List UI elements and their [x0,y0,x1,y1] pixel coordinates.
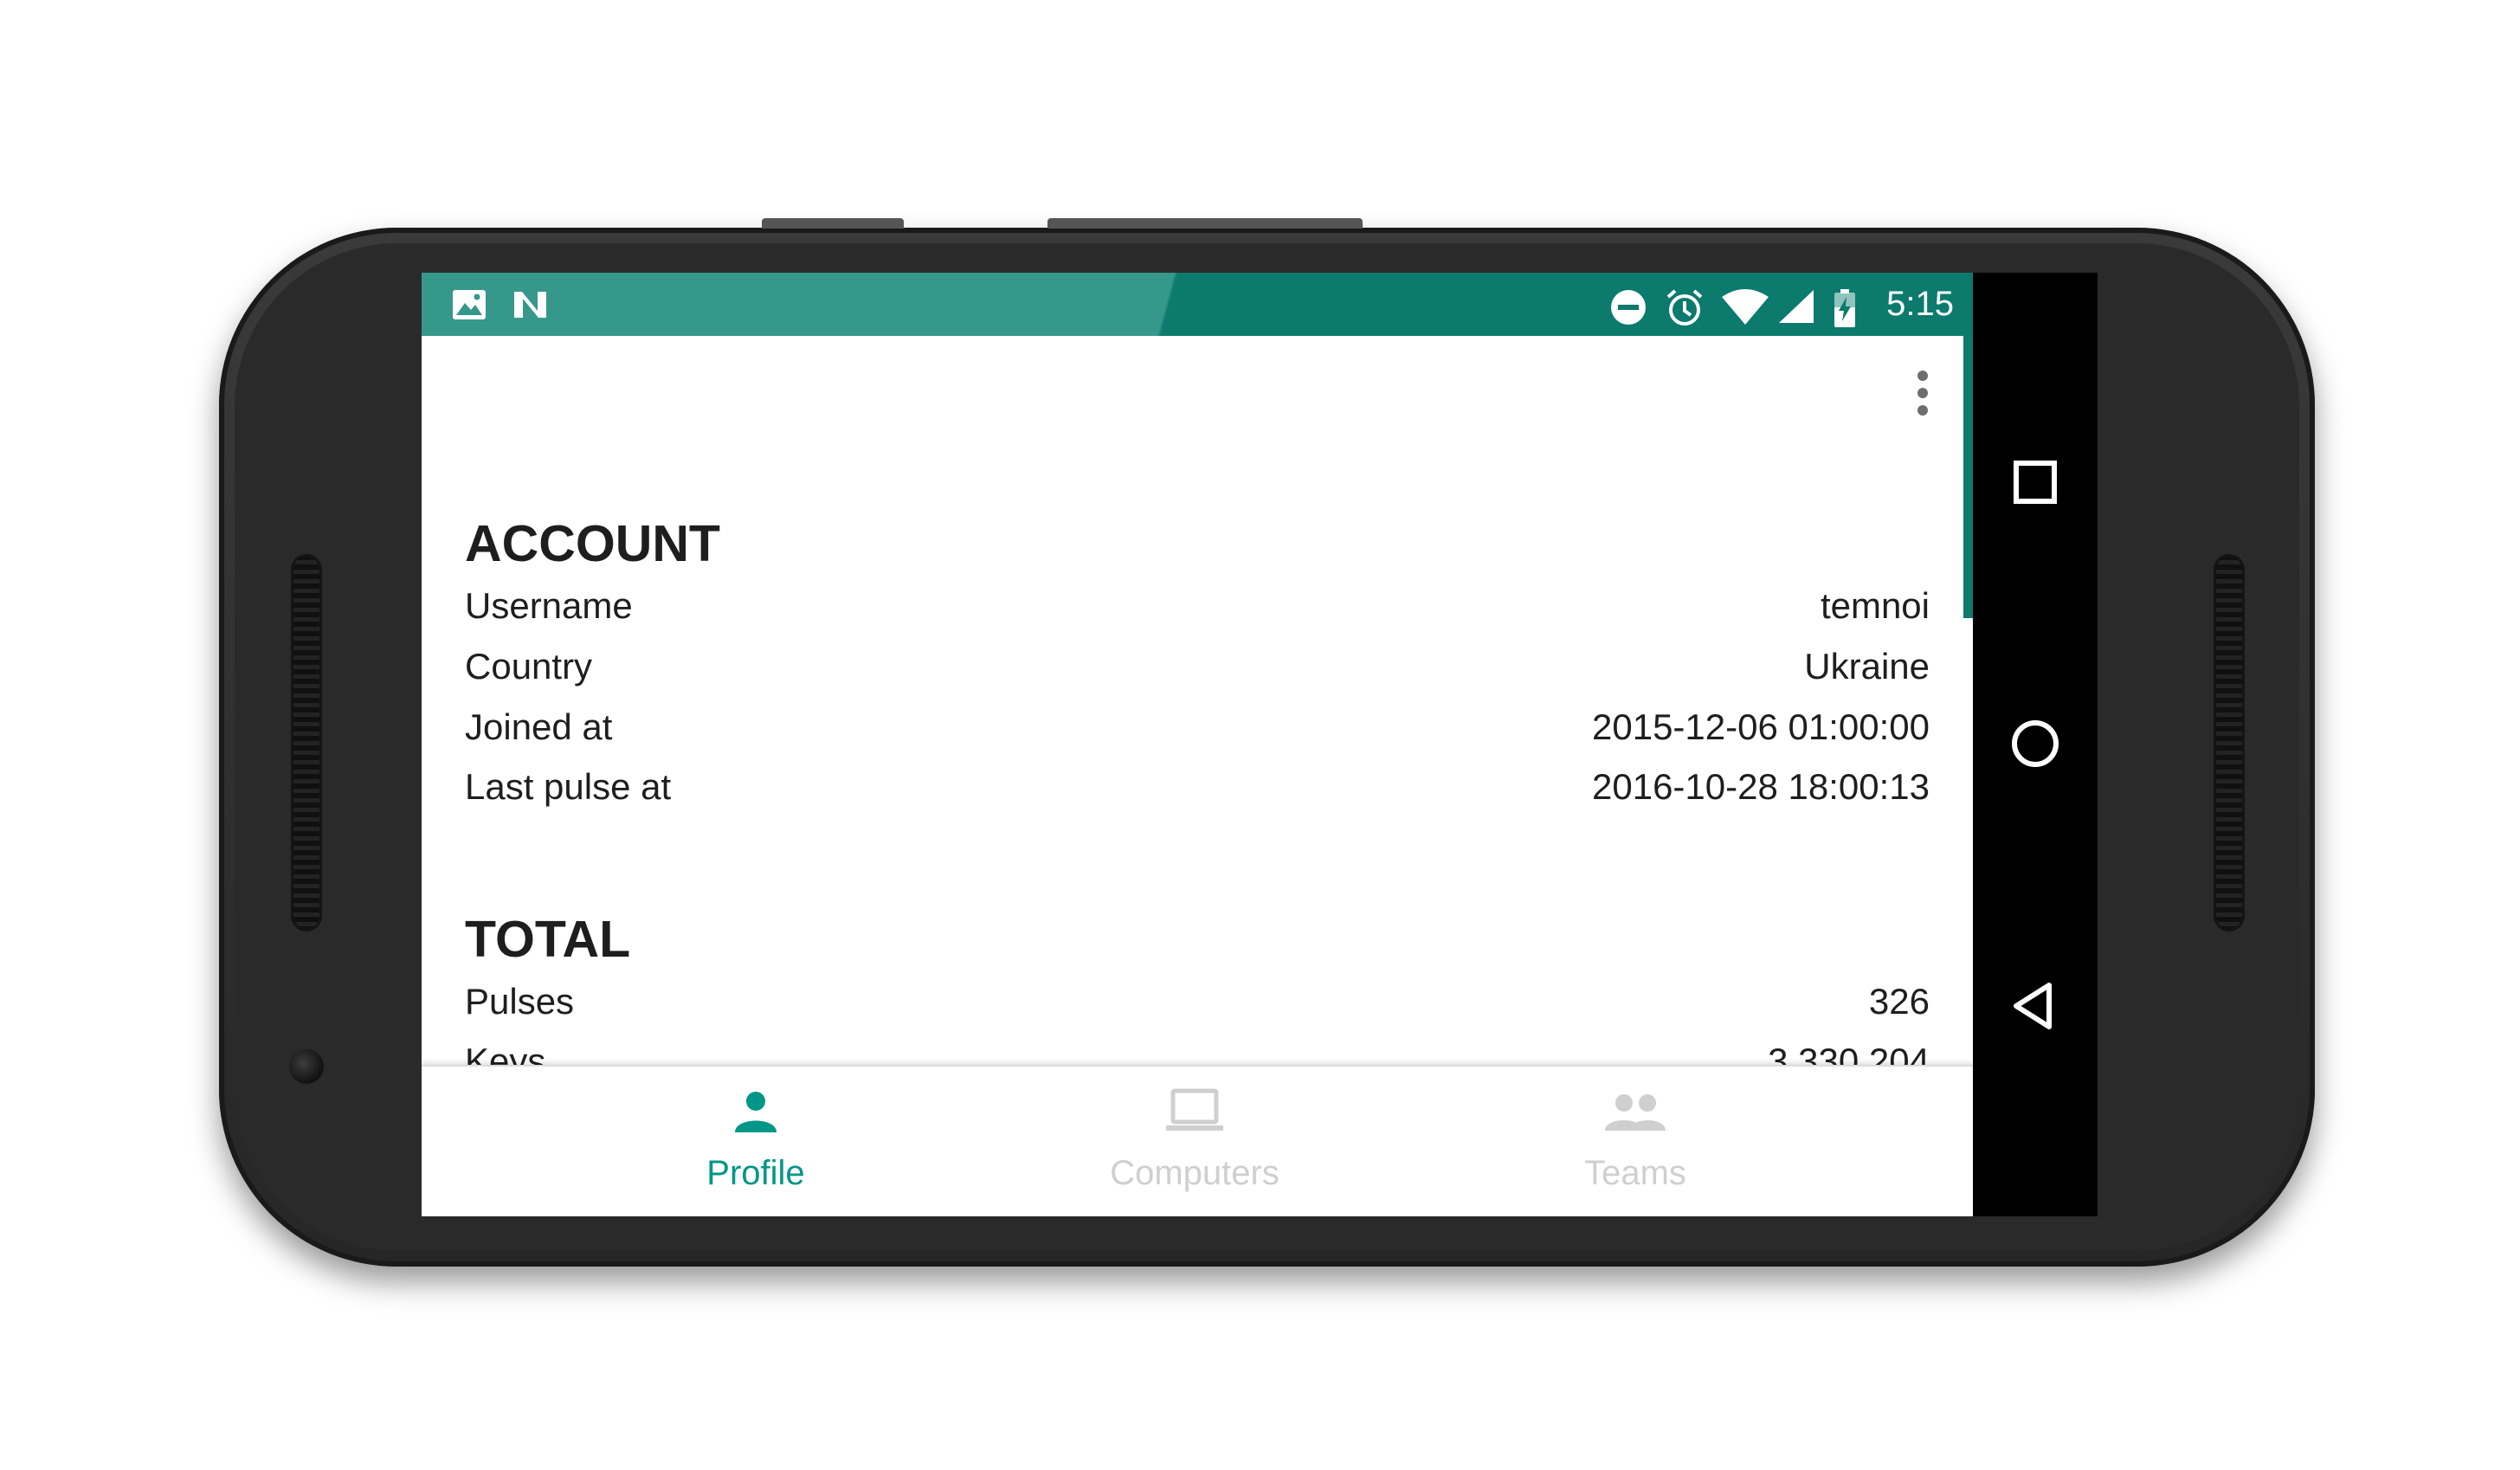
device-stage: 5:15 ACCOUNT Username temnoi Country Ukr… [0,0,2520,1470]
speaker-grille-left [291,554,322,932]
back-triangle-icon[interactable] [2008,978,2063,1034]
scroll-indicator[interactable] [1963,336,1973,618]
overflow-menu-button[interactable] [1914,371,1931,422]
nav-label-teams: Teams [1584,1154,1686,1192]
row-value: Ukraine [1804,646,1930,687]
alarm-icon [1666,289,1703,326]
status-time: 5:15 [1886,285,1954,323]
row-label: Username [465,585,633,626]
row-label: Joined at [465,706,613,747]
row-value: 326 [1868,981,1930,1022]
account-row-joined-at: Joined at 2015-12-06 01:00:00 [465,701,1930,753]
speaker-grille-right [2214,554,2245,932]
n-logo-icon [514,292,546,318]
app-screen: 5:15 ACCOUNT Username temnoi Country Ukr… [422,273,1973,1216]
wifi-icon [1722,289,1769,325]
person-icon [735,1092,777,1132]
nav-label-profile: Profile [706,1154,805,1192]
front-camera [289,1049,324,1084]
image-icon [453,290,486,319]
row-value: 2015-12-06 01:00:00 [1592,706,1930,747]
account-row-username: Username temnoi [465,580,1930,632]
home-circle-icon[interactable] [2008,716,2063,771]
row-label: Last pulse at [465,766,672,807]
nav-label-computers: Computers [1110,1154,1279,1192]
battery-charging-icon [1834,289,1855,327]
recents-square-icon[interactable] [2008,455,2063,510]
row-value: temnoi [1820,585,1930,626]
row-label: Country [465,646,593,687]
row-label: Pulses [465,981,575,1022]
bottom-navigation: Profile Computers Teams [422,1065,1973,1216]
account-row-last-pulse-at: Last pulse at 2016-10-28 18:00:13 [465,761,1930,813]
nav-tab-profile[interactable]: Profile [583,1067,929,1216]
total-section-title: TOTAL [465,911,631,968]
menu-dot [1917,405,1928,416]
group-icon [1605,1094,1666,1131]
do-not-disturb-icon [1611,290,1646,325]
signal-icon [1779,290,1814,323]
status-bar: 5:15 [422,273,1973,336]
laptop-icon [1166,1088,1223,1131]
nav-tab-computers[interactable]: Computers [1022,1067,1368,1216]
nav-tab-teams[interactable]: Teams [1462,1067,1808,1216]
profile-content[interactable]: ACCOUNT Username temnoi Country Ukraine … [422,336,1973,1216]
volume-button [762,218,904,229]
power-button [1047,218,1363,229]
total-row-pulses: Pulses 326 [465,976,1930,1028]
system-navigation-bar [1973,273,2098,1216]
row-value: 2016-10-28 18:00:13 [1592,766,1930,807]
account-row-country: Country Ukraine [465,641,1930,693]
account-section-title: ACCOUNT [465,515,720,572]
menu-dot [1917,371,1928,381]
menu-dot [1917,388,1928,398]
